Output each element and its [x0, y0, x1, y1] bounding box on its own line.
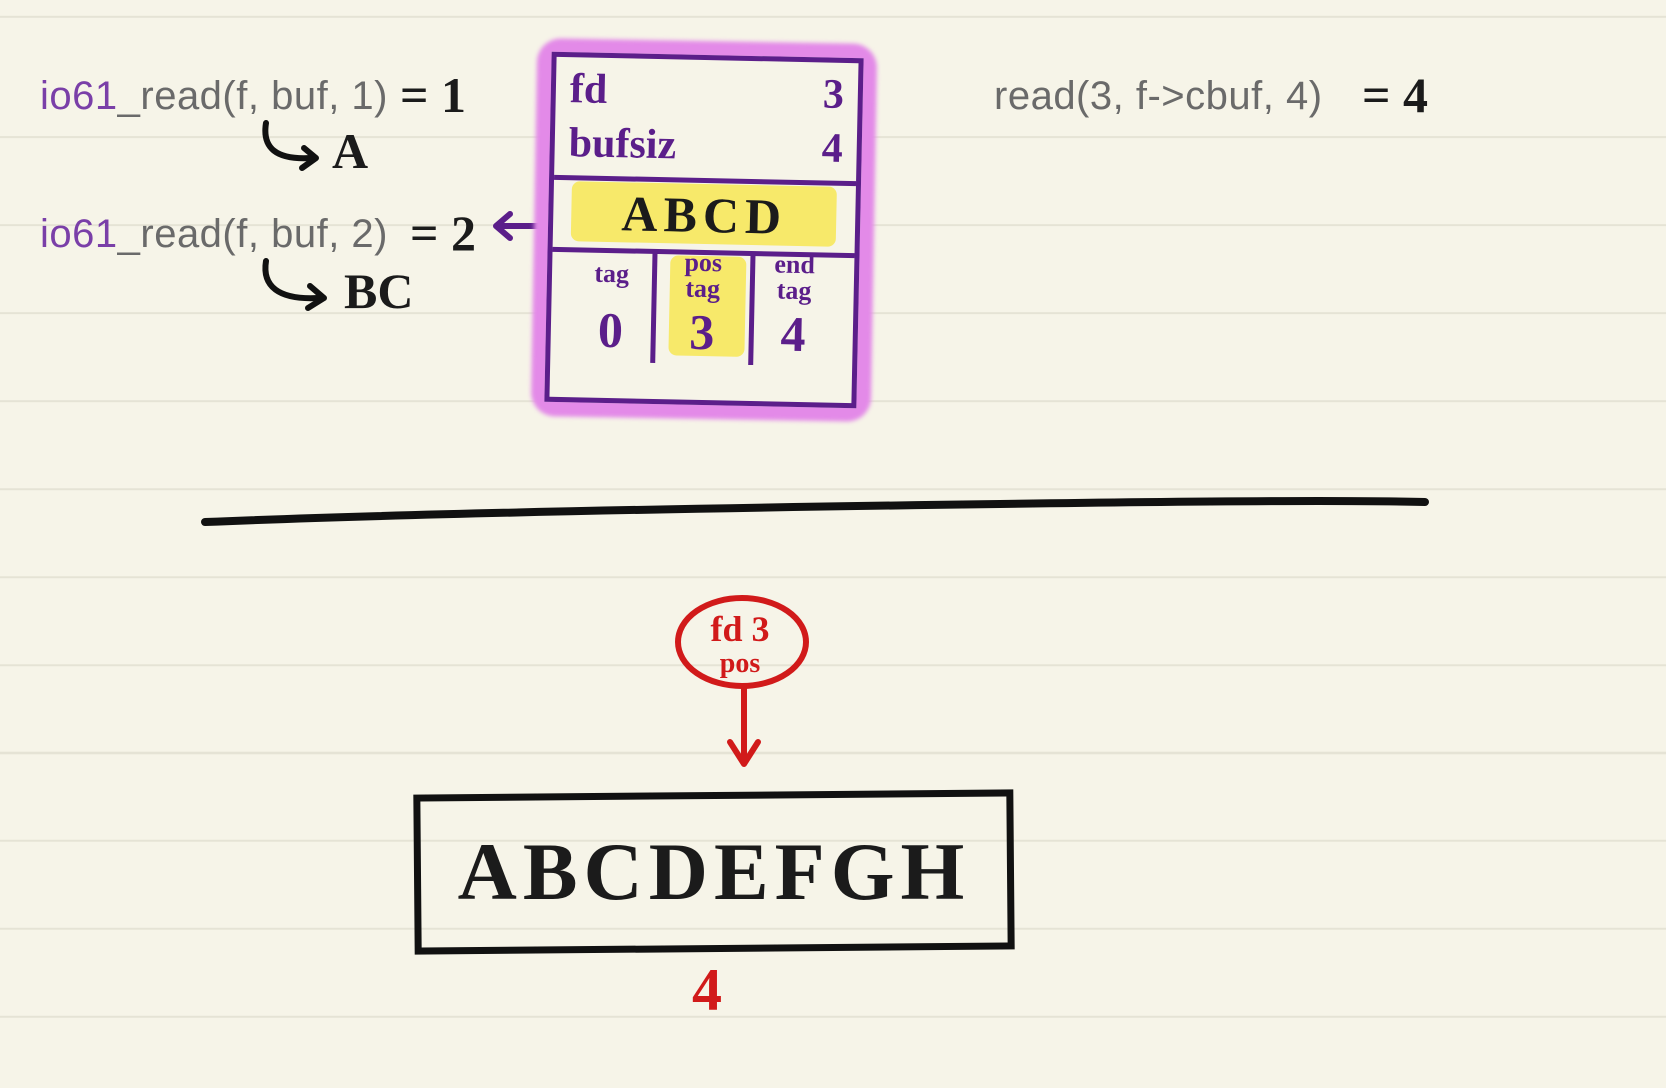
- call-2-prefix: io61: [40, 212, 118, 256]
- call-1-result: = 1: [400, 66, 466, 124]
- field-bufsiz-label: bufsiz: [568, 119, 676, 169]
- call-1-prefix: io61: [40, 74, 118, 118]
- call-2-arrow: [256, 256, 356, 321]
- kernel-file-pos: 4: [692, 956, 722, 1025]
- label-pos-tag: pos tag: [657, 249, 749, 303]
- struct-row-fd: fd 3: [555, 61, 858, 123]
- call-2-result: = 2: [410, 204, 476, 262]
- value-tag: 0: [564, 300, 657, 360]
- struct-row-bufsiz: bufsiz 4: [554, 115, 857, 177]
- syscall-body: read(3, f->cbuf, 4): [994, 74, 1323, 118]
- value-pos-tag: 3: [656, 302, 749, 362]
- call-2-copied: BC: [344, 262, 413, 320]
- call-1-body: _read(f, buf, 1): [118, 74, 388, 118]
- label-tag: tag: [566, 260, 658, 288]
- value-end-tag: 4: [747, 304, 840, 364]
- kernel-fd-bubble: fd 3 pos: [660, 590, 832, 780]
- bubble-line2: pos: [660, 648, 820, 680]
- file-on-disk: ABCDEFGH: [414, 792, 1014, 952]
- io61-file-struct: fd 3 bufsiz 4 ABCD tag pos tag end tag 0…: [548, 55, 860, 405]
- call-1: io61_read(f, buf, 1): [40, 74, 388, 119]
- field-fd-value: 3: [822, 70, 844, 118]
- file-content: ABCDEFGH: [414, 792, 1014, 952]
- syscall: read(3, f->cbuf, 4): [994, 74, 1323, 119]
- label-end-tag: end tag: [748, 251, 840, 305]
- bubble-line1: fd 3: [660, 608, 820, 650]
- call-1-copied: A: [332, 122, 368, 180]
- struct-tag-labels: tag pos tag end tag: [552, 249, 855, 303]
- user-kernel-divider: [200, 494, 1430, 534]
- field-bufsiz-value: 4: [821, 124, 843, 172]
- field-fd-label: fd: [569, 65, 607, 114]
- call-2: io61_read(f, buf, 2): [40, 212, 388, 257]
- call-2-body: _read(f, buf, 2): [118, 212, 388, 256]
- struct-cbuf: ABCD: [553, 177, 856, 253]
- syscall-result: = 4: [1362, 66, 1428, 124]
- struct-tag-values: 0 3 4: [550, 297, 853, 367]
